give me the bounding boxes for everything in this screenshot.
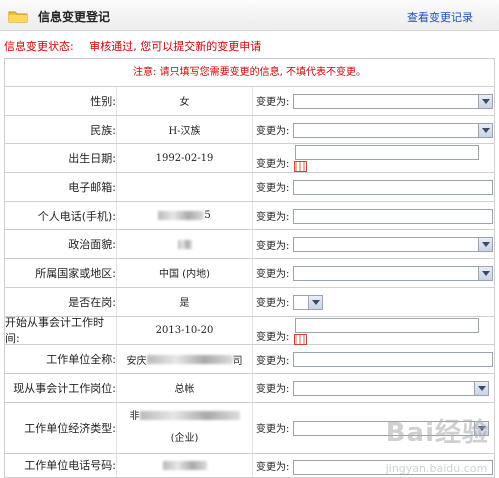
change-label: 变更为: [256,240,290,252]
field-label: 所属国家或地区: [35,266,116,280]
field-value: 是 [116,287,253,316]
position-select[interactable] [293,380,489,396]
watermark-brand: Bai [385,418,435,448]
gender-select[interactable] [293,94,493,109]
field-label: 政治面貌: [68,238,116,252]
field-row-employer-name: 工作单位全称: 安庆 司 变更为: [5,345,494,374]
field-row-gender: 性别: 女 变更为: [5,87,494,116]
change-label: 变更为: [256,461,290,473]
change-label: 变更为: [256,331,290,343]
field-row-on-duty: 是否在岗: 是 变更为: [5,287,494,317]
field-label: 工作单位电话号码: [24,459,116,473]
change-label: 变更为: [256,126,290,138]
chevron-down-icon[interactable] [478,267,492,281]
page-header: 信息变更登记 查看变更记录 [0,0,499,31]
field-row-region: 所属国家或地区: 中国 (内地) 变更为: [5,259,494,288]
change-label: 变更为: [256,355,290,367]
field-label: 性别: [90,94,116,108]
change-label: 变更为: [256,183,290,195]
field-label: 民族: [90,123,116,137]
change-label: 变更为: [256,159,290,171]
status-value: 审核通过, 您可以提交新的变更申请 [89,40,262,53]
employer-prefix: 安庆 [126,355,147,367]
field-label: 个人电话(手机): [37,209,116,223]
field-value: 中国 (内地) [116,259,253,287]
chevron-down-icon[interactable] [478,123,492,137]
field-value: 女 [116,87,253,115]
employer-name-field[interactable] [293,352,493,368]
chevron-down-icon[interactable] [478,238,492,252]
change-status: 信息变更状态: 审核通过, 您可以提交新的变更申请 [4,38,261,54]
field-label: 出生日期: [68,152,116,166]
folder-icon [8,11,28,23]
field-value [116,453,253,477]
change-label: 变更为: [256,97,290,109]
calendar-icon[interactable] [294,333,307,345]
view-change-records-link[interactable]: 查看变更记录 [407,9,473,25]
field-label: 工作单位经济类型: [24,421,116,435]
region-select[interactable] [293,266,493,282]
field-value: 5 [116,201,253,230]
field-row-political-status: 政治面貌: 变更为: [5,230,494,260]
watermark-brand2: 经验 [434,418,489,448]
field-value [116,230,253,259]
field-value: H-汉族 [116,115,253,144]
on-duty-select[interactable] [293,294,323,310]
field-value: 安庆 司 [116,345,253,373]
start-date-input[interactable] [295,317,479,333]
field-value: 2013-10-20 [116,316,253,345]
economic-type-line2: (企业) [170,432,199,444]
field-row-phone: 个人电话(手机): 5 变更为: [5,201,494,231]
field-value: 非 (企业) [116,402,253,453]
redacted-text [139,411,240,421]
ethnicity-select[interactable] [293,122,493,138]
notice-text: 注意: 请只填写您需要变更的信息, 不填代表不变更。 [5,59,494,87]
field-row-ethnicity: 民族: H-汉族 变更为: [5,115,494,145]
change-label: 变更为: [256,384,290,396]
redacted-text [162,460,207,470]
birthdate-input[interactable] [295,145,479,161]
field-value [116,173,253,201]
change-label: 变更为: [256,298,290,310]
field-label: 是否在岗: [68,295,116,309]
field-row-birthdate: 出生日期: 1992-02-19 变更为: [5,144,494,174]
field-label: 开始从事会计工作时间: [5,316,104,346]
field-row-position: 现从事会计工作岗位: 总帐 变更为: [5,373,494,403]
chevron-down-icon[interactable] [474,381,488,395]
chevron-down-icon[interactable] [308,295,322,309]
field-value: 总帐 [116,373,253,402]
political-status-select[interactable] [293,237,493,253]
phone-suffix: 5 [204,210,211,222]
calendar-icon[interactable] [294,161,307,173]
email-field[interactable] [293,180,493,196]
page-title: 信息变更登记 [38,10,111,24]
economic-type-prefix: 非 [129,410,140,422]
phone-field[interactable] [293,208,493,224]
watermark-url: jingyan.baidu.com [385,462,488,475]
redacted-text [177,239,192,249]
field-row-start-date: 开始从事会计工作时间: 2013-10-20 变更为: [5,316,494,346]
field-label: 工作单位全称: [46,353,116,367]
change-label: 变更为: [256,424,290,436]
field-label: 电子邮箱: [68,180,116,194]
redacted-text [158,211,205,221]
employer-suffix: 司 [232,355,243,367]
field-label: 现从事会计工作岗位: [13,381,116,395]
chevron-down-icon[interactable] [478,95,492,108]
change-label: 变更为: [256,269,290,281]
redacted-text [146,354,233,364]
field-row-email: 电子邮箱: 变更为: [5,173,494,202]
baidu-jingyan-watermark: Bai经验 jingyan.baidu.com [386,412,489,478]
field-value: 1992-02-19 [116,144,253,173]
status-label: 信息变更状态: [4,40,74,53]
change-label: 变更为: [256,212,290,224]
